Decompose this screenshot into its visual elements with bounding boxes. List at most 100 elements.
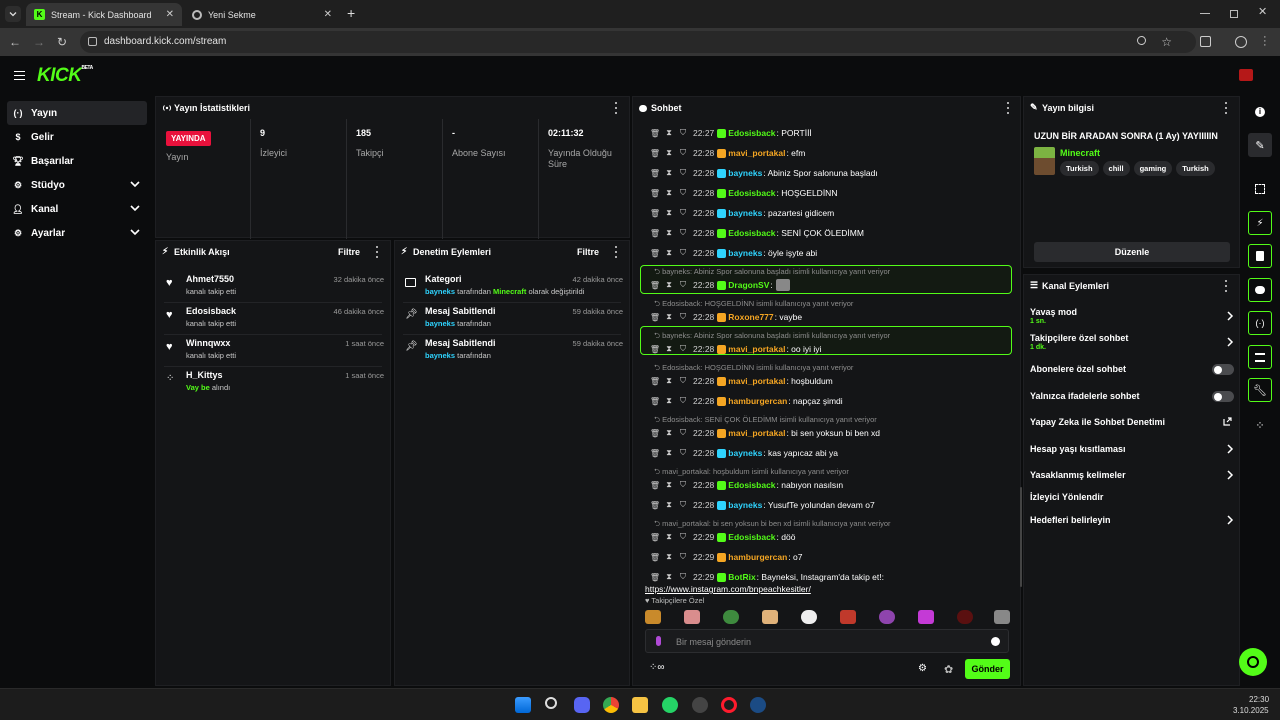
ban-icon[interactable]: ⛉ (676, 532, 690, 542)
delete-icon[interactable]: 🗑︎ (648, 481, 662, 490)
edit-icon[interactable]: ✎ (1248, 133, 1272, 157)
emote[interactable] (918, 610, 934, 624)
chat-message[interactable]: 🗑︎ ⧗ ⛉ 22:28 mavi_portakal: bi sen yoksun bi… (648, 426, 880, 440)
ban-icon[interactable]: ⛉ (676, 188, 690, 198)
broadcast-tool-icon[interactable]: (·) (1248, 311, 1272, 335)
ban-icon[interactable]: ⛉ (676, 552, 690, 562)
ban-icon[interactable]: ⛉ (676, 344, 690, 354)
notes-icon[interactable] (1248, 244, 1272, 268)
delete-icon[interactable]: 🗑︎ (648, 281, 662, 290)
ban-icon[interactable]: ⛉ (676, 572, 690, 582)
chat-message[interactable]: 🗑︎ ⧗ ⛉ 22:28 mavi_portakal: hoşbuldum (648, 374, 833, 388)
ban-icon[interactable]: ⛉ (676, 312, 690, 322)
more-options-icon[interactable] (1224, 102, 1228, 114)
message-username[interactable]: Edosisback (728, 480, 775, 490)
chat-message[interactable]: 🗑︎ ⧗ ⛉ 22:28 mavi_portakal: efm (648, 146, 805, 160)
settings-gear-icon[interactable]: ⚙ (918, 663, 927, 674)
emote[interactable] (957, 610, 973, 624)
lightning-tool-icon[interactable]: ⚡︎ (1248, 211, 1272, 235)
wrench-icon[interactable]: 🔧︎ (1248, 378, 1272, 402)
ban-icon[interactable]: ⛉ (676, 396, 690, 406)
action-followers-only[interactable]: Takipçilere özel sohbet 1 dk. (1030, 333, 1234, 351)
info-icon[interactable]: i (1248, 100, 1272, 124)
timeout-icon[interactable]: ⧗ (662, 248, 676, 258)
steam-icon[interactable] (750, 697, 766, 713)
timeout-icon[interactable]: ⧗ (662, 428, 676, 438)
delete-icon[interactable]: 🗑︎ (648, 429, 662, 438)
delete-icon[interactable]: 🗑︎ (648, 229, 662, 238)
extensions-icon[interactable] (1200, 36, 1211, 47)
bookmark-star-icon[interactable]: ☆ (1161, 31, 1172, 53)
new-tab-button[interactable]: + (347, 5, 355, 21)
timeout-icon[interactable]: ⧗ (662, 228, 676, 238)
timeout-icon[interactable]: ⧗ (662, 448, 676, 458)
chat-message[interactable]: 🗑︎ ⧗ ⛉ 22:28 Roxone777: vaybe (648, 310, 802, 324)
category-name[interactable]: Minecraft (1060, 148, 1100, 158)
toggle-switch[interactable] (1212, 364, 1234, 375)
message-username[interactable]: hamburgercan (728, 396, 787, 406)
minimize-button[interactable] (1200, 13, 1210, 14)
action-account-age[interactable]: Hesap yaşı kısıtlaması (1030, 444, 1234, 454)
obs-icon[interactable] (692, 697, 708, 713)
delete-icon[interactable]: 🗑︎ (648, 377, 662, 386)
browser-menu-icon[interactable]: · · · (1263, 32, 1267, 51)
ban-icon[interactable]: ⛉ (676, 228, 690, 238)
chat-message[interactable]: 🗑︎ ⧗ ⛉ 22:28 bayneks: Abiniz Spor salonuna b… (648, 166, 878, 180)
ban-icon[interactable]: ⛉ (676, 376, 690, 386)
sidebar-item-studyo[interactable]: ⚙︎ Stüdyo (7, 173, 147, 197)
timeout-icon[interactable]: ⧗ (662, 344, 676, 354)
emote[interactable] (801, 610, 817, 624)
filter-button[interactable]: Filtre (338, 247, 360, 257)
message-username[interactable]: Edosisback (728, 128, 775, 138)
screenshot-icon[interactable] (1248, 177, 1272, 201)
timeout-icon[interactable]: ⧗ (662, 208, 676, 218)
more-options-icon[interactable] (614, 102, 618, 114)
tab-search-button[interactable] (5, 6, 21, 22)
action-banned-words[interactable]: Yasaklanmış kelimeler (1030, 470, 1234, 480)
site-info-icon[interactable] (88, 37, 97, 46)
delete-icon[interactable]: 🗑︎ (648, 149, 662, 158)
message-username[interactable]: bayneks (728, 168, 762, 178)
timeout-icon[interactable]: ⧗ (662, 312, 676, 322)
timeout-icon[interactable]: ⧗ (662, 128, 676, 138)
delete-icon[interactable]: 🗑︎ (648, 553, 662, 562)
message-link[interactable]: https://www.instagram.com/bnpeachkesitle… (645, 584, 811, 594)
emote-picker-icon[interactable]: ✿ (944, 663, 953, 676)
back-arrow-icon[interactable]: ← (9, 35, 21, 49)
message-username[interactable]: Roxone777 (728, 312, 773, 322)
maximize-button[interactable] (1230, 10, 1238, 18)
taskbar-search-icon[interactable] (545, 697, 557, 709)
tag[interactable]: Turkish (1176, 161, 1215, 176)
chat-message[interactable]: 🗑︎ ⧗ ⛉ 22:28 bayneks: kas yapıcaz abi ya (648, 446, 838, 460)
reload-icon[interactable]: ↻ (57, 35, 67, 49)
zoom-icon[interactable] (1137, 36, 1146, 45)
emote[interactable] (684, 610, 700, 624)
toggle-switch[interactable] (1212, 391, 1234, 402)
opera-icon[interactable] (721, 697, 737, 713)
message-username[interactable]: DragonSV (728, 280, 769, 290)
timeout-icon[interactable]: ⧗ (662, 572, 676, 582)
message-username[interactable]: mavi_portakal (728, 344, 785, 354)
profile-icon[interactable] (1235, 36, 1247, 48)
message-username[interactable]: bayneks (728, 248, 762, 258)
sidebar-item-yayin[interactable]: (·) Yayın (7, 101, 147, 125)
timeout-icon[interactable]: ⧗ (662, 376, 676, 386)
chrome-icon[interactable] (603, 697, 619, 713)
emote[interactable] (645, 610, 661, 624)
chat-message[interactable]: 🗑︎ ⧗ ⛉ 22:28 bayneks: YusufTe yolundan devam… (648, 498, 875, 512)
delete-icon[interactable]: 🗑︎ (648, 129, 662, 138)
tab-kick-dashboard[interactable]: K Stream - Kick Dashboard ✕ (26, 3, 182, 26)
filter-button[interactable]: Filtre (577, 247, 599, 257)
message-username[interactable]: bayneks (728, 500, 762, 510)
action-raid[interactable]: İzleyici Yönlendir (1030, 492, 1234, 502)
chat-tool-icon[interactable] (1248, 278, 1272, 302)
message-username[interactable]: mavi_portakal (728, 428, 785, 438)
delete-icon[interactable]: 🗑︎ (648, 345, 662, 354)
message-username[interactable]: Edosisback (728, 188, 775, 198)
action-emote-only[interactable]: Yalnızca ifadelerle sohbet (1030, 391, 1234, 402)
close-window-button[interactable]: ✕ (1258, 5, 1267, 18)
more-options-icon[interactable] (1006, 102, 1010, 114)
timeout-icon[interactable]: ⧗ (662, 396, 676, 406)
sidebar-item-kanal[interactable]: 👤︎ Kanal (7, 197, 147, 221)
chat-message[interactable]: 🗑︎ ⧗ ⛉ 22:28 Edosisback: HOŞGELDİNN (648, 186, 838, 200)
